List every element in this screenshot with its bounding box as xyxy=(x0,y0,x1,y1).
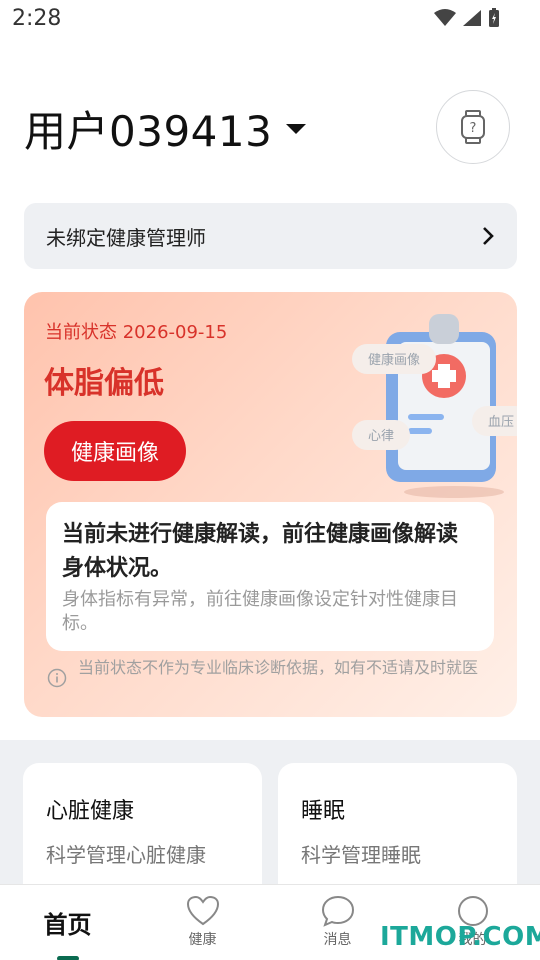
disclaimer: 当前状态不作为专业临床诊断依据，如有不适请及时就医 xyxy=(46,658,496,688)
feature-subtitle: 科学管理心脏健康 xyxy=(46,843,206,867)
bind-health-manager-label: 未绑定健康管理师 xyxy=(46,225,206,250)
illustration-tag-portrait: 健康画像 xyxy=(368,352,420,368)
clipboard-illustration: 健康画像 心律 血压 xyxy=(352,314,517,498)
tab-label: 消息 xyxy=(323,932,352,948)
status-time: 2:28 xyxy=(12,6,62,31)
interpretation-sub: 身体指标有异常，前往健康画像设定针对性健康目标。 xyxy=(62,589,458,634)
interpretation-main: 当前未进行健康解读，前往健康画像解读身体状况。 xyxy=(62,522,459,581)
feature-title: 心脏健康 xyxy=(46,799,135,824)
watch-button[interactable]: ? xyxy=(436,90,510,164)
status-bar: 2:28 xyxy=(0,0,540,40)
tab-label: 健康 xyxy=(188,932,217,948)
tab-home[interactable]: 首页 xyxy=(0,885,135,960)
active-tab-indicator xyxy=(57,956,79,960)
status-title: 体脂偏低 xyxy=(44,366,164,401)
watermark: ITMOP.COM xyxy=(380,922,540,952)
interpretation-box[interactable]: 当前未进行健康解读，前往健康画像解读身体状况。 身体指标有异常，前往健康画像设定… xyxy=(46,502,494,651)
disclaimer-text: 当前状态不作为专业临床诊断依据，如有不适请及时就医 xyxy=(78,658,479,677)
feature-title: 睡眠 xyxy=(301,799,346,824)
info-icon xyxy=(47,668,67,688)
svg-text:?: ? xyxy=(470,121,477,136)
status-icons xyxy=(434,8,500,28)
battery-icon xyxy=(489,8,499,27)
health-portrait-button[interactable]: 健康画像 xyxy=(44,421,186,481)
account-switcher[interactable]: 用户039413 xyxy=(24,98,307,159)
illustration-tag-heart-rhythm: 心律 xyxy=(368,429,394,444)
health-status-card: 当前状态 2026-09-15 体脂偏低 健康画像 健康画像 心律 血压 当前未… xyxy=(24,292,517,717)
illustration-tag-blood-pressure: 血压 xyxy=(488,415,514,430)
chevron-right-icon xyxy=(483,227,494,245)
signal-icon xyxy=(463,10,481,26)
tab-label: 首页 xyxy=(43,911,92,939)
bind-health-manager-bar[interactable]: 未绑定健康管理师 xyxy=(24,203,517,269)
sleep-card[interactable]: 睡眠 科学管理睡眠 xyxy=(278,763,517,903)
feature-subtitle: 科学管理睡眠 xyxy=(301,843,421,867)
status-date: 当前状态 2026-09-15 xyxy=(45,322,228,343)
caret-down-icon xyxy=(286,123,307,134)
chat-icon xyxy=(321,895,354,927)
watch-icon: ? xyxy=(461,110,485,144)
header: 用户039413 ? xyxy=(24,90,510,164)
username: 用户039413 xyxy=(24,107,273,156)
heart-health-card[interactable]: 心脏健康 科学管理心脏健康 xyxy=(23,763,262,903)
heart-icon xyxy=(186,895,219,926)
tab-health[interactable]: 健康 xyxy=(135,885,270,960)
wifi-icon xyxy=(434,9,456,26)
